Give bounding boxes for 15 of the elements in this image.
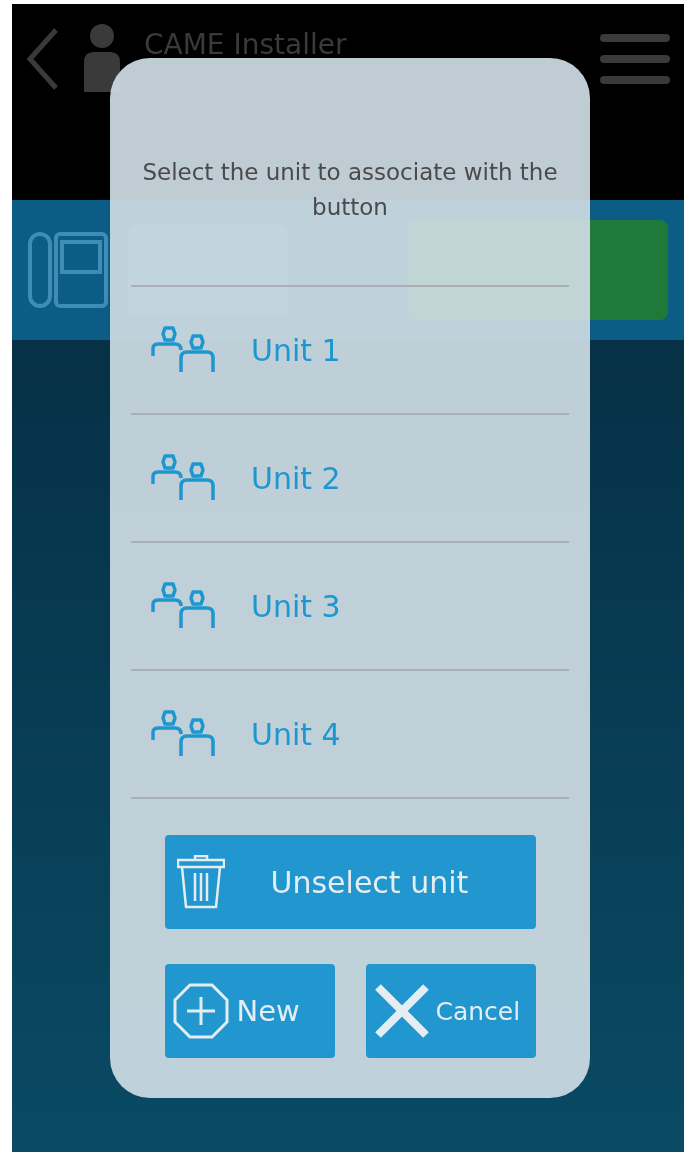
unit-label[interactable]: Unit 4	[251, 716, 341, 752]
unit-label[interactable]: Unit 3	[251, 588, 341, 624]
unit-label[interactable]: Unit 2	[251, 460, 341, 496]
new-button[interactable]: New	[164, 964, 335, 1058]
menu-icon[interactable]	[600, 34, 670, 84]
dialog-message: Select the unit to associate with the button	[131, 58, 569, 287]
unit-label[interactable]: Unit 1	[251, 332, 341, 368]
intercom-icon	[28, 232, 108, 308]
app-title: CAME Installer	[144, 27, 347, 61]
trash-icon	[176, 855, 225, 909]
back-icon[interactable]	[26, 28, 60, 90]
unselect-unit-button[interactable]: Unselect unit	[164, 835, 536, 929]
close-icon	[373, 983, 430, 1039]
cancel-button[interactable]: Cancel	[365, 964, 536, 1058]
plus-icon	[172, 983, 229, 1039]
